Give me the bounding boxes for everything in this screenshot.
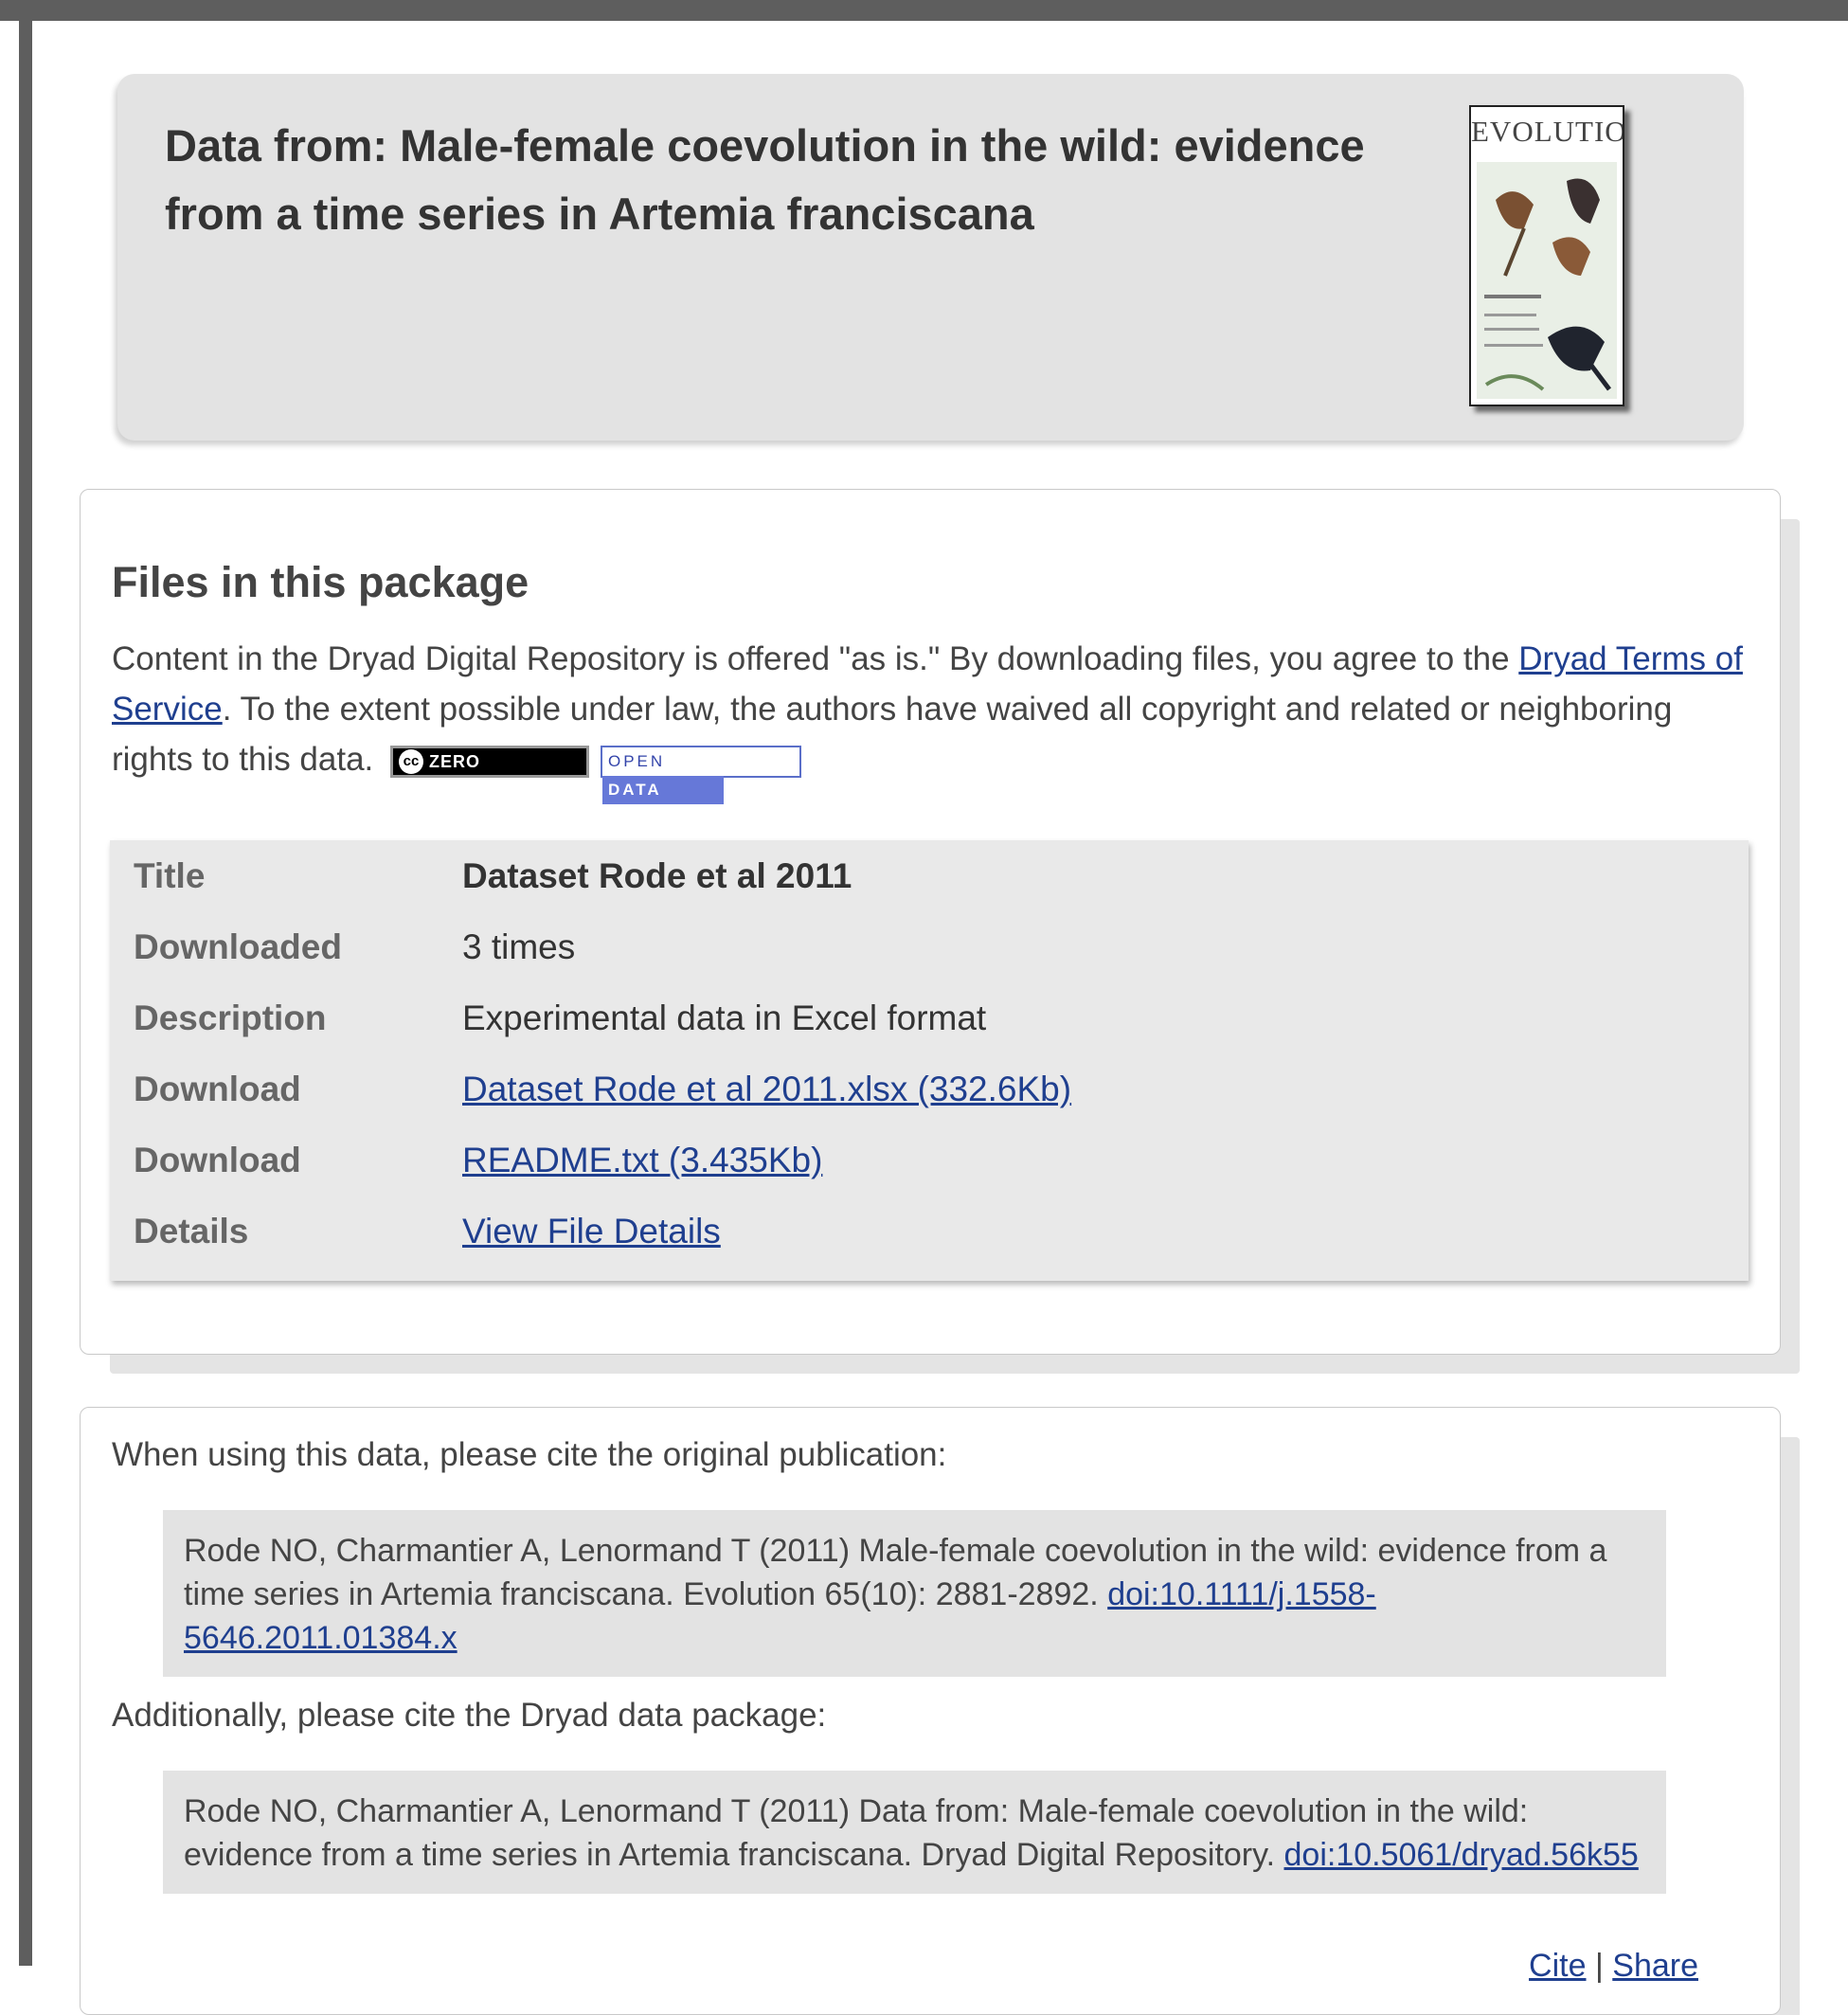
table-row-download-xlsx: Download Dataset Rode et al 2011.xlsx (3… — [110, 1053, 1749, 1124]
table-row-description: Description Experimental data in Excel f… — [110, 982, 1749, 1053]
journal-cover-brand: EVOLUTION — [1471, 115, 1623, 148]
window-frame-left — [19, 0, 32, 1966]
package-doi-link[interactable]: doi:10.5061/dryad.56k55 — [1284, 1837, 1639, 1873]
view-file-details-link[interactable]: View File Details — [462, 1196, 721, 1267]
row-value-downloaded: 3 times — [462, 927, 576, 966]
row-label: Description — [134, 999, 327, 1037]
publication-citation: Rode NO, Charmantier A, Lenormand T (201… — [163, 1510, 1666, 1677]
cite-package-intro: Additionally, please cite the Dryad data… — [112, 1697, 827, 1734]
table-row-downloaded: Downloaded 3 times — [110, 911, 1749, 982]
download-readme-link[interactable]: README.txt (3.435Kb) — [462, 1124, 822, 1196]
files-package-card: Files in this package Content in the Dry… — [80, 489, 1781, 1355]
table-row-title: Title Dataset Rode et al 2011 — [110, 840, 1749, 911]
row-value-title: Dataset Rode et al 2011 — [462, 856, 852, 895]
package-citation: Rode NO, Charmantier A, Lenormand T (201… — [163, 1771, 1666, 1894]
download-xlsx-link[interactable]: Dataset Rode et al 2011.xlsx (332.6Kb) — [462, 1053, 1071, 1124]
file-metadata-table: Title Dataset Rode et al 2011 Downloaded… — [110, 840, 1749, 1281]
window-frame-top — [0, 0, 1848, 21]
open-data-open-label: OPEN — [608, 751, 666, 770]
terms-text-pre: Content in the Dryad Digital Repository … — [112, 640, 1519, 677]
dataset-title: Data from: Male-female coevolution in th… — [165, 120, 1365, 239]
citation-card: When using this data, please cite the or… — [80, 1407, 1781, 2015]
title-banner: Data from: Male-female coevolution in th… — [117, 74, 1744, 441]
row-value-description: Experimental data in Excel format — [462, 999, 987, 1037]
cc-zero-badge[interactable]: cc ZERO — [390, 745, 589, 778]
terms-text-post: . To the extent possible under law, the … — [112, 691, 1673, 778]
terms-paragraph: Content in the Dryad Digital Repository … — [112, 634, 1746, 804]
row-label: Download — [134, 1141, 301, 1179]
table-row-details: Details View File Details — [110, 1196, 1749, 1267]
bird-illustration-icon — [1477, 162, 1617, 399]
open-data-data-label: DATA — [602, 775, 724, 804]
publication-citation-text: Rode NO, Charmantier A, Lenormand T (201… — [184, 1533, 1607, 1612]
files-heading: Files in this package — [112, 558, 529, 606]
table-row-download-readme: Download README.txt (3.435Kb) — [110, 1124, 1749, 1196]
cc-icon: cc — [399, 748, 423, 774]
row-label: Details — [134, 1212, 249, 1250]
cite-share-separator: | — [1594, 1948, 1604, 1984]
open-data-badge[interactable]: OPEN DATA — [601, 745, 801, 804]
share-link[interactable]: Share — [1612, 1948, 1698, 1984]
cite-share-links: Cite | Share — [1529, 1948, 1698, 1985]
cite-link[interactable]: Cite — [1529, 1948, 1586, 1984]
row-label: Title — [134, 856, 206, 895]
row-label: Download — [134, 1070, 301, 1108]
cite-publication-intro: When using this data, please cite the or… — [112, 1436, 947, 1473]
row-label: Downloaded — [134, 927, 342, 966]
journal-cover-image[interactable]: EVOLUTION — [1469, 105, 1624, 406]
cc-zero-label: ZERO — [429, 751, 481, 771]
